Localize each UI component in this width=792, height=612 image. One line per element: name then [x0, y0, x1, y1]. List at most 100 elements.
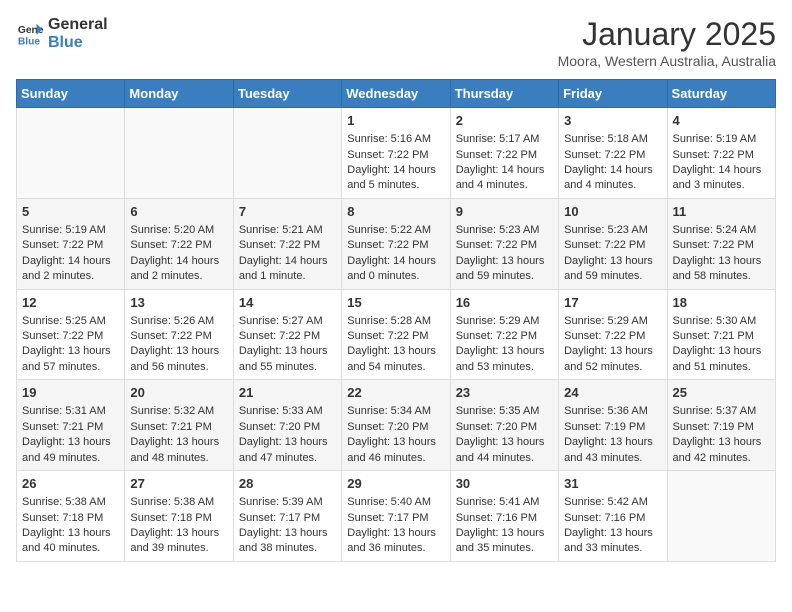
month-title: January 2025	[558, 16, 776, 53]
sunrise-text: Sunrise: 5:27 AM	[239, 314, 336, 329]
sunset-text: Sunset: 7:22 PM	[456, 148, 553, 163]
day-number: 19	[22, 384, 119, 402]
day-number: 7	[239, 203, 336, 221]
day-number: 20	[130, 384, 227, 402]
day-number: 6	[130, 203, 227, 221]
daylight-text: Daylight: 14 hours and 4 minutes.	[564, 163, 661, 194]
sunset-text: Sunset: 7:22 PM	[347, 329, 444, 344]
day-number: 25	[673, 384, 770, 402]
calendar-cell: 5Sunrise: 5:19 AMSunset: 7:22 PMDaylight…	[17, 198, 125, 289]
sunset-text: Sunset: 7:19 PM	[564, 420, 661, 435]
sunrise-text: Sunrise: 5:36 AM	[564, 404, 661, 419]
sunrise-text: Sunrise: 5:19 AM	[22, 223, 119, 238]
day-number: 23	[456, 384, 553, 402]
day-number: 15	[347, 294, 444, 312]
calendar-cell: 19Sunrise: 5:31 AMSunset: 7:21 PMDayligh…	[17, 380, 125, 471]
sunset-text: Sunset: 7:22 PM	[564, 148, 661, 163]
sunset-text: Sunset: 7:18 PM	[22, 511, 119, 526]
calendar-cell	[667, 471, 775, 562]
calendar-cell: 2Sunrise: 5:17 AMSunset: 7:22 PMDaylight…	[450, 108, 558, 199]
day-number: 2	[456, 112, 553, 130]
day-number: 5	[22, 203, 119, 221]
title-block: January 2025 Moora, Western Australia, A…	[558, 16, 776, 69]
daylight-text: Daylight: 14 hours and 5 minutes.	[347, 163, 444, 194]
logo-text-general: General	[48, 16, 108, 34]
page-header: General Blue General Blue January 2025 M…	[16, 16, 776, 69]
sunset-text: Sunset: 7:22 PM	[130, 329, 227, 344]
calendar-cell: 3Sunrise: 5:18 AMSunset: 7:22 PMDaylight…	[559, 108, 667, 199]
weekday-header-thursday: Thursday	[450, 80, 558, 108]
calendar-cell: 8Sunrise: 5:22 AMSunset: 7:22 PMDaylight…	[342, 198, 450, 289]
sunset-text: Sunset: 7:20 PM	[347, 420, 444, 435]
daylight-text: Daylight: 13 hours and 36 minutes.	[347, 526, 444, 557]
daylight-text: Daylight: 13 hours and 52 minutes.	[564, 344, 661, 375]
sunset-text: Sunset: 7:22 PM	[564, 329, 661, 344]
daylight-text: Daylight: 14 hours and 1 minute.	[239, 254, 336, 285]
sunset-text: Sunset: 7:22 PM	[673, 238, 770, 253]
daylight-text: Daylight: 13 hours and 58 minutes.	[673, 254, 770, 285]
day-number: 30	[456, 475, 553, 493]
calendar-cell: 24 Sunrise: 5:36 AMSunset: 7:19 PMDayligh…	[559, 380, 667, 471]
sunrise-text: Sunrise: 5:42 AM	[564, 495, 661, 510]
logo: General Blue General Blue	[16, 16, 108, 51]
sunrise-text: Sunrise: 5:21 AM	[239, 223, 336, 238]
sunset-text: Sunset: 7:21 PM	[22, 420, 119, 435]
daylight-text: Daylight: 13 hours and 46 minutes.	[347, 435, 444, 466]
calendar-cell	[125, 108, 233, 199]
sunrise-text: Sunrise: 5:29 AM	[456, 314, 553, 329]
calendar-cell: 6Sunrise: 5:20 AMSunset: 7:22 PMDaylight…	[125, 198, 233, 289]
weekday-header-saturday: Saturday	[667, 80, 775, 108]
calendar-cell: 17Sunrise: 5:29 AMSunset: 7:22 PMDayligh…	[559, 289, 667, 380]
daylight-text: Daylight: 13 hours and 39 minutes.	[130, 526, 227, 557]
daylight-text: Daylight: 14 hours and 4 minutes.	[456, 163, 553, 194]
daylight-text: Daylight: 13 hours and 43 minutes.	[564, 435, 661, 466]
day-number: 14	[239, 294, 336, 312]
day-number: 3	[564, 112, 661, 130]
sunrise-text: Sunrise: 5:26 AM	[130, 314, 227, 329]
sunset-text: Sunset: 7:22 PM	[347, 148, 444, 163]
sunrise-text: Sunrise: 5:19 AM	[673, 132, 770, 147]
calendar-cell: 9Sunrise: 5:23 AMSunset: 7:22 PMDaylight…	[450, 198, 558, 289]
calendar-cell: 29Sunrise: 5:40 AMSunset: 7:17 PMDayligh…	[342, 471, 450, 562]
location-subtitle: Moora, Western Australia, Australia	[558, 53, 776, 69]
day-number: 4	[673, 112, 770, 130]
calendar-week-2: 5Sunrise: 5:19 AMSunset: 7:22 PMDaylight…	[17, 198, 776, 289]
daylight-text: Daylight: 13 hours and 56 minutes.	[130, 344, 227, 375]
day-number: 11	[673, 203, 770, 221]
calendar-cell	[17, 108, 125, 199]
calendar-cell: 20Sunrise: 5:32 AMSunset: 7:21 PMDayligh…	[125, 380, 233, 471]
day-number: 12	[22, 294, 119, 312]
sunset-text: Sunset: 7:22 PM	[564, 238, 661, 253]
calendar-cell: 14Sunrise: 5:27 AMSunset: 7:22 PMDayligh…	[233, 289, 341, 380]
sunrise-text: Sunrise: 5:33 AM	[239, 404, 336, 419]
calendar-cell: 7Sunrise: 5:21 AMSunset: 7:22 PMDaylight…	[233, 198, 341, 289]
calendar-cell: 11Sunrise: 5:24 AMSunset: 7:22 PMDayligh…	[667, 198, 775, 289]
day-number: 31	[564, 475, 661, 493]
calendar-cell: 25Sunrise: 5:37 AMSunset: 7:19 PMDayligh…	[667, 380, 775, 471]
day-number: 10	[564, 203, 661, 221]
weekday-header-monday: Monday	[125, 80, 233, 108]
calendar-cell: 31Sunrise: 5:42 AMSunset: 7:16 PMDayligh…	[559, 471, 667, 562]
day-number: 13	[130, 294, 227, 312]
sunset-text: Sunset: 7:20 PM	[456, 420, 553, 435]
sunrise-text: Sunrise: 5:30 AM	[673, 314, 770, 329]
calendar-cell: 30Sunrise: 5:41 AMSunset: 7:16 PMDayligh…	[450, 471, 558, 562]
daylight-text: Daylight: 14 hours and 3 minutes.	[673, 163, 770, 194]
day-number: 24	[564, 384, 661, 402]
day-number: 18	[673, 294, 770, 312]
calendar-cell: 28Sunrise: 5:39 AMSunset: 7:17 PMDayligh…	[233, 471, 341, 562]
sunset-text: Sunset: 7:22 PM	[22, 329, 119, 344]
sunrise-text: Sunrise: 5:16 AM	[347, 132, 444, 147]
sunrise-text: Sunrise: 5:34 AM	[347, 404, 444, 419]
day-number: 26	[22, 475, 119, 493]
daylight-text: Daylight: 13 hours and 59 minutes.	[564, 254, 661, 285]
day-number: 28	[239, 475, 336, 493]
sunrise-text: Sunrise: 5:40 AM	[347, 495, 444, 510]
daylight-text: Daylight: 13 hours and 59 minutes.	[456, 254, 553, 285]
daylight-text: Daylight: 13 hours and 55 minutes.	[239, 344, 336, 375]
calendar-cell: 13 Sunrise: 5:26 AMSunset: 7:22 PMDayligh…	[125, 289, 233, 380]
sunrise-text: Sunrise: 5:32 AM	[130, 404, 227, 419]
calendar-cell: 1Sunrise: 5:16 AMSunset: 7:22 PMDaylight…	[342, 108, 450, 199]
calendar-cell: 26Sunrise: 5:38 AMSunset: 7:18 PMDayligh…	[17, 471, 125, 562]
daylight-text: Daylight: 13 hours and 33 minutes.	[564, 526, 661, 557]
